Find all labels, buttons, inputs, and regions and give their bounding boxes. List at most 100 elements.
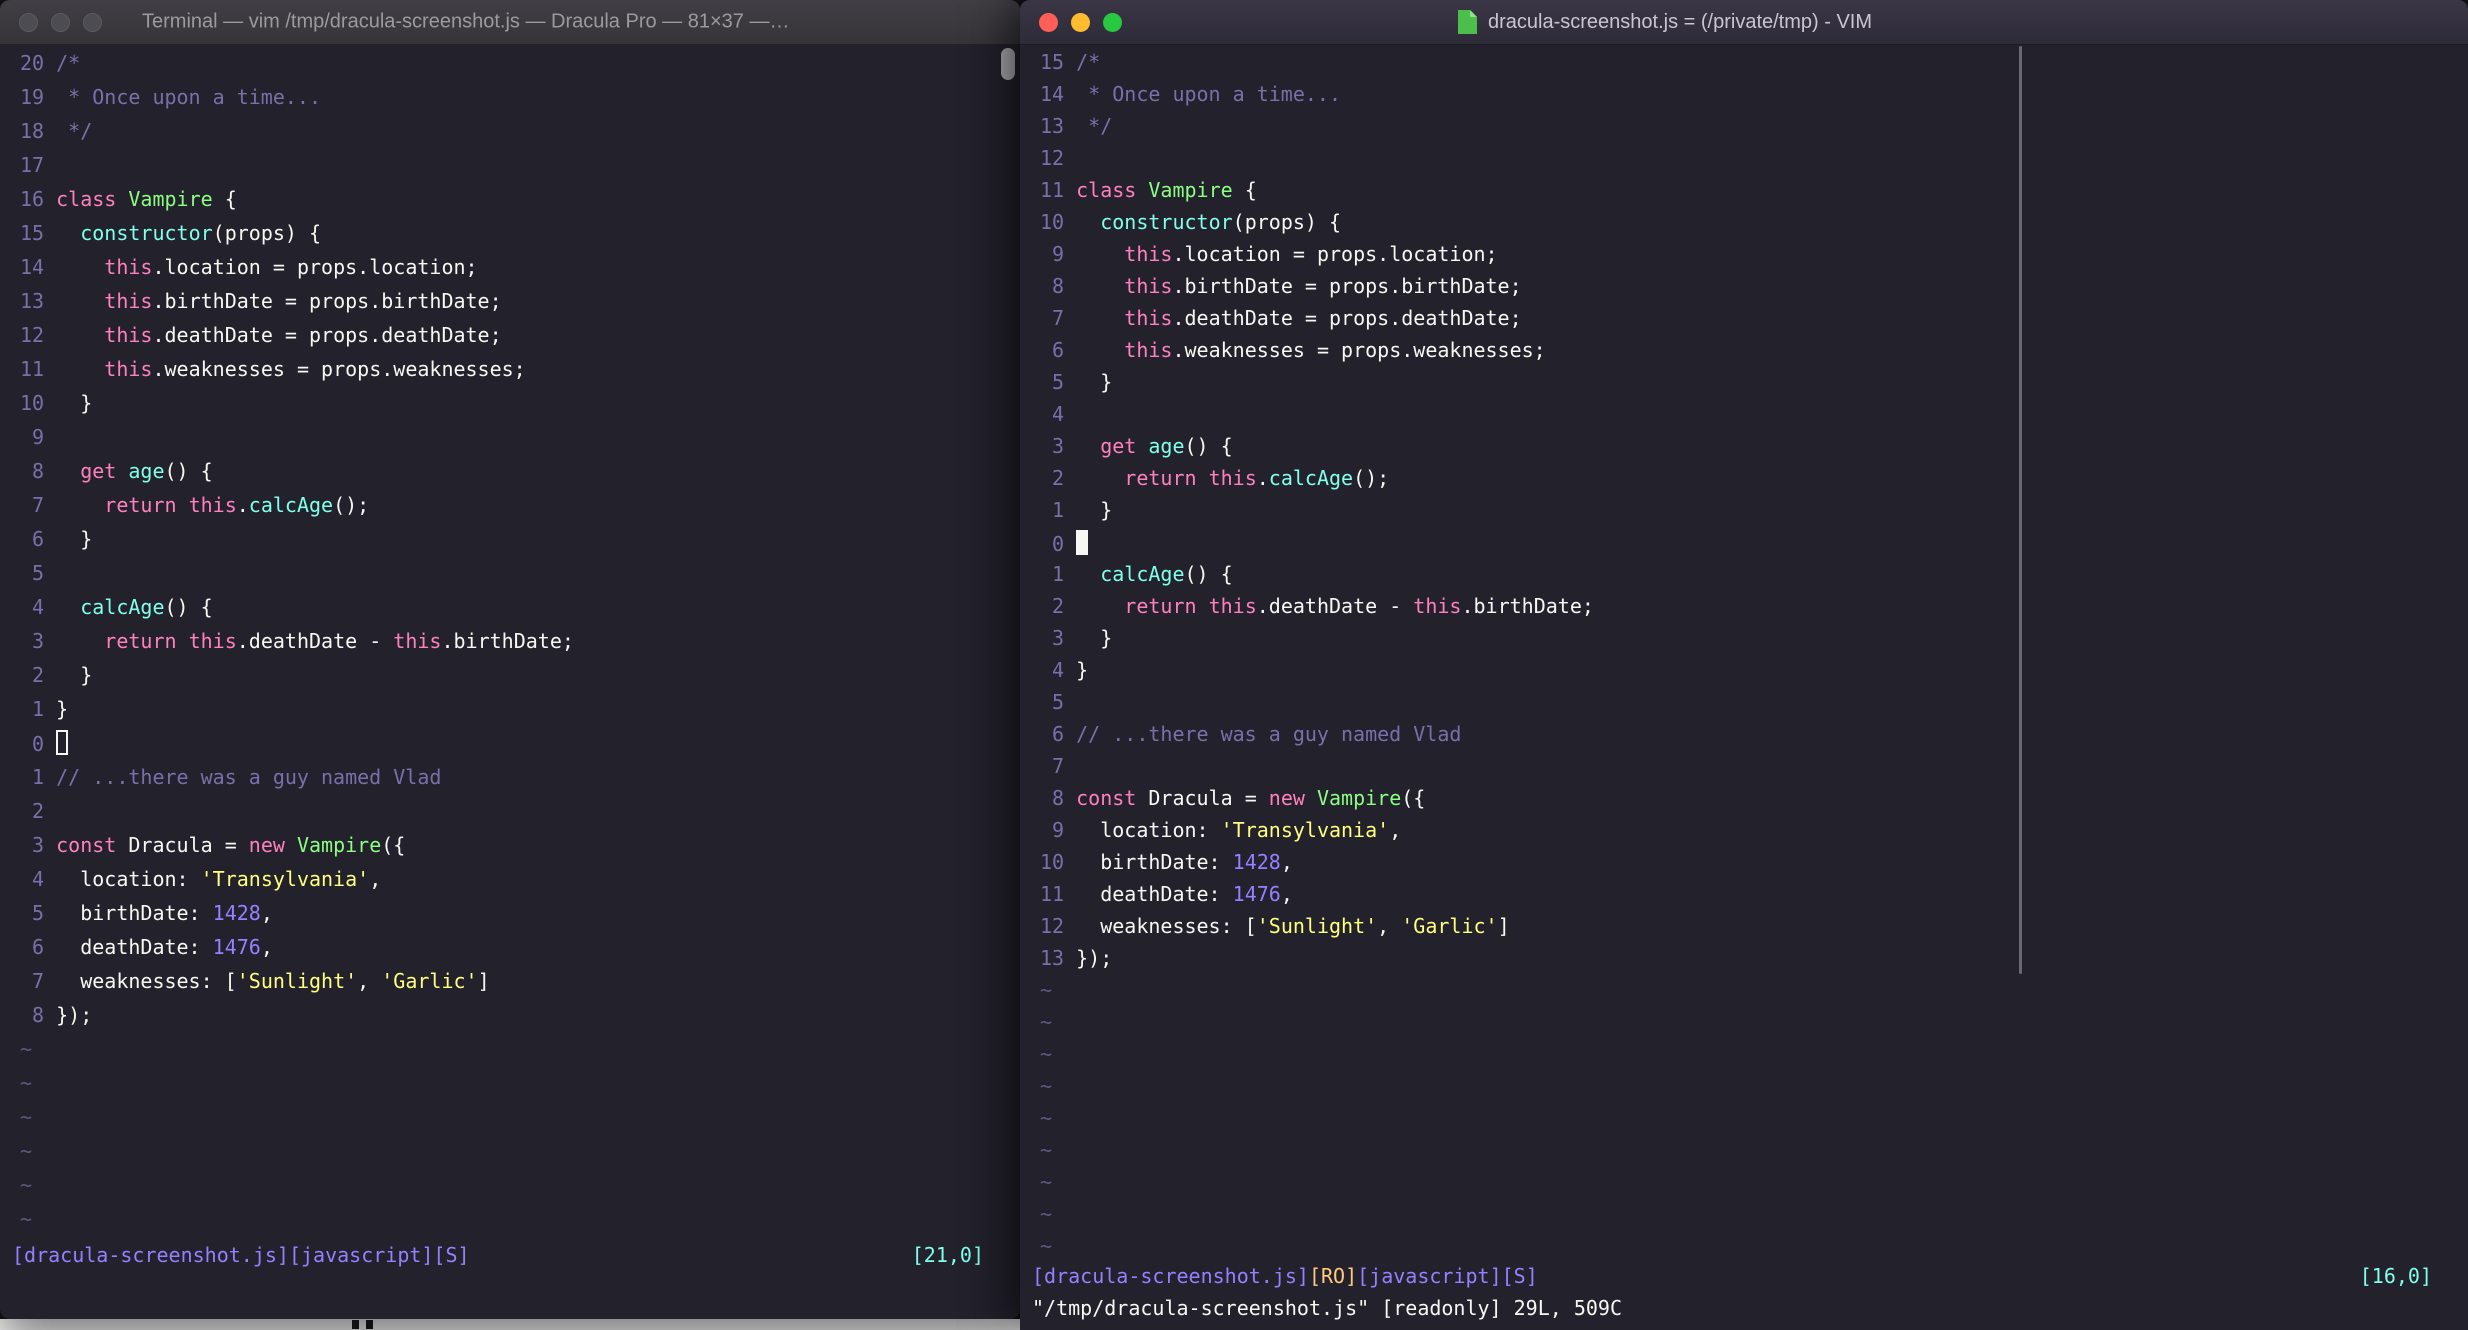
text-segment: (); — [333, 493, 370, 517]
tilde-marker: ~ — [1040, 1202, 1053, 1226]
text-segment — [56, 323, 104, 347]
code-line: 3 } — [1040, 622, 2468, 654]
text-segment: () { — [1184, 562, 1233, 586]
code-line: 1 } — [1040, 494, 2468, 526]
code-text: } — [1076, 626, 1112, 650]
line-number: 9 — [1052, 818, 1065, 842]
background-text-fragment — [352, 1320, 359, 1329]
text-segment: this — [1124, 242, 1173, 266]
scrollbar-thumb[interactable] — [1001, 48, 1015, 80]
line-number: 18 — [20, 119, 45, 143]
text-segment — [1076, 594, 1124, 618]
close-button[interactable] — [19, 12, 38, 32]
text-segment: .birthDate = props.birthDate; — [1172, 274, 1522, 298]
text-segment — [1076, 466, 1124, 490]
text-segment: ({ — [381, 833, 406, 857]
text-segment: 'Transylvania' — [1220, 818, 1390, 842]
text-segment: ] — [477, 969, 490, 993]
code-line: 10 constructor(props) { — [1040, 206, 2468, 238]
code-text: class Vampire { — [1076, 178, 1257, 202]
line-number: 14 — [1040, 82, 1065, 106]
text-segment: () { — [1184, 434, 1233, 458]
line-number: 15 — [20, 221, 45, 245]
empty-line: ~ — [1040, 1006, 2468, 1038]
empty-line: ~ — [20, 1100, 1020, 1134]
text-segment: class — [1076, 178, 1149, 202]
text-segment: ] — [1497, 914, 1510, 938]
code-line: 10 } — [20, 386, 1020, 420]
tilde-marker: ~ — [1040, 978, 1053, 1002]
code-line: 14 this.location = props.location; — [20, 250, 1020, 284]
code-text: this.deathDate = props.deathDate; — [56, 323, 502, 347]
vim-buffer-right[interactable]: 15/* 14 * Once upon a time... 13 */12 11 cla… — [1020, 44, 2468, 1262]
scrollbar-thumb[interactable] — [2019, 46, 2022, 974]
code-line: 5 birthDate: 1428, — [20, 896, 1020, 930]
text-segment: */ — [56, 119, 93, 143]
line-number: 2 — [32, 799, 45, 823]
line-number: 6 — [32, 935, 45, 959]
zoom-button[interactable] — [1103, 12, 1122, 32]
text-segment: deathDate: — [56, 935, 213, 959]
statusline-file-info: [dracula-screenshot.js][RO][javascript][… — [1032, 1260, 1538, 1292]
code-text: get age() { — [56, 459, 212, 483]
text-segment: Vampire — [296, 833, 382, 857]
terminal-titlebar[interactable]: Terminal — vim /tmp/dracula-screenshot.j… — [0, 0, 1020, 45]
line-number: 17 — [20, 153, 45, 177]
line-number: 9 — [32, 425, 45, 449]
code-line: 7 weaknesses: ['Sunlight', 'Garlic'] — [20, 964, 1020, 998]
code-text: this.weaknesses = props.weaknesses; — [1076, 338, 1545, 362]
code-line: 2 return this.calcAge(); — [1040, 462, 2468, 494]
vim-buffer-left[interactable]: 20/* 19 * Once upon a time... 18 */17 16 cla… — [0, 44, 1020, 1236]
vim-cursor — [56, 730, 68, 755]
macvim-titlebar[interactable]: dracula-screenshot.js = (/private/tmp) -… — [1020, 0, 2468, 45]
code-text: this.birthDate = props.birthDate; — [56, 289, 501, 313]
code-line: 5 } — [1040, 366, 2468, 398]
minimize-button[interactable] — [1071, 12, 1090, 32]
code-line: 0 — [1040, 526, 2468, 558]
tilde-marker: ~ — [1040, 1234, 1053, 1258]
terminal-window-title: Terminal — vim /tmp/dracula-screenshot.j… — [142, 10, 790, 33]
code-line: 7 return this.calcAge(); — [20, 488, 1020, 522]
code-line: 4 location: 'Transylvania', — [20, 862, 1020, 896]
code-text: return this.deathDate - this.birthDate; — [56, 629, 574, 653]
code-text: // ...there was a guy named Vlad — [1076, 722, 1461, 746]
line-number: 6 — [1052, 722, 1065, 746]
zoom-button[interactable] — [83, 12, 102, 32]
text-segment: deathDate: — [1076, 882, 1233, 906]
text-segment: 'Garlic' — [1401, 914, 1498, 938]
minimize-button[interactable] — [51, 12, 70, 32]
text-segment: .deathDate - — [236, 629, 394, 653]
code-text: deathDate: 1476, — [1076, 882, 1293, 906]
text-segment: weaknesses: [ — [56, 969, 237, 993]
text-segment: .birthDate; — [1461, 594, 1594, 618]
code-text: } — [56, 391, 92, 415]
tilde-marker: ~ — [1040, 1010, 1053, 1034]
code-line: 13}); — [1040, 942, 2468, 974]
code-line: 2 return this.deathDate - this.birthDate… — [1040, 590, 2468, 622]
text-segment: , — [357, 969, 382, 993]
code-text: location: 'Transylvania', — [56, 867, 381, 891]
code-text: this.location = props.location; — [56, 255, 477, 279]
text-segment: [21,0] — [911, 1243, 984, 1267]
line-number: 14 — [20, 255, 45, 279]
empty-line: ~ — [1040, 1070, 2468, 1102]
line-number: 6 — [1052, 338, 1065, 362]
text-segment: return — [104, 493, 189, 517]
text-segment: // ...there was a guy named Vlad — [56, 765, 442, 789]
text-segment — [1076, 562, 1100, 586]
line-number: 5 — [1052, 690, 1065, 714]
text-segment: calcAge — [1268, 466, 1354, 490]
window-controls — [0, 12, 102, 32]
text-segment: .deathDate = props.deathDate; — [152, 323, 502, 347]
text-segment: return — [1124, 594, 1209, 618]
code-text: } — [1076, 498, 1112, 522]
text-segment: 'Transylvania' — [200, 867, 370, 891]
line-number: 16 — [20, 187, 45, 211]
code-line: 1 calcAge() { — [1040, 558, 2468, 590]
close-button[interactable] — [1039, 12, 1058, 32]
line-number: 1 — [32, 765, 45, 789]
text-segment: this — [104, 357, 153, 381]
text-segment: .birthDate; — [441, 629, 574, 653]
code-text: weaknesses: ['Sunlight', 'Garlic'] — [1076, 914, 1510, 938]
empty-line: ~ — [1040, 1102, 2468, 1134]
